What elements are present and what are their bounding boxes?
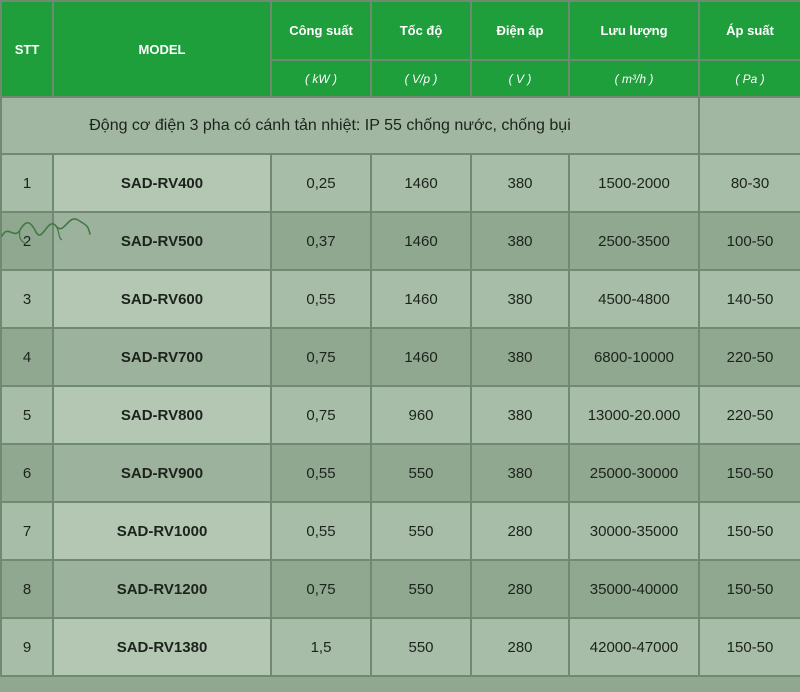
description-empty-cell xyxy=(698,96,800,155)
unit-dien-ap: ( V ) xyxy=(470,59,570,98)
cell-ap-suat: 150-50 xyxy=(698,617,800,677)
cell-ap-suat: 80-30 xyxy=(698,153,800,213)
table-row: 6 SAD-RV900 0,55 550 380 25000-30000 150… xyxy=(0,443,800,503)
table-row: 1 SAD-RV400 0,25 1460 380 1500-2000 80-3… xyxy=(0,153,800,213)
cell-ap-suat: 150-50 xyxy=(698,443,800,503)
cell-model: SAD-RV600 xyxy=(52,269,272,329)
cell-model: SAD-RV900 xyxy=(52,443,272,503)
cell-stt: 8 xyxy=(0,559,54,619)
table-row: 9 SAD-RV1380 1,5 550 280 42000-47000 150… xyxy=(0,617,800,677)
cell-dien-ap: 380 xyxy=(470,269,570,329)
cell-model: SAD-RV400 xyxy=(52,153,272,213)
cell-dien-ap: 280 xyxy=(470,501,570,561)
cell-stt: 4 xyxy=(0,327,54,387)
cell-stt: 6 xyxy=(0,443,54,503)
cell-luu-luong: 42000-47000 xyxy=(568,617,700,677)
cell-model: SAD-RV1000 xyxy=(52,501,272,561)
cell-model: SAD-RV500 xyxy=(52,211,272,271)
cell-dien-ap: 380 xyxy=(470,327,570,387)
table-row: 7 SAD-RV1000 0,55 550 280 30000-35000 15… xyxy=(0,501,800,561)
cell-model: SAD-RV800 xyxy=(52,385,272,445)
cell-stt: 7 xyxy=(0,501,54,561)
cell-dien-ap: 280 xyxy=(470,617,570,677)
cell-luu-luong: 6800-10000 xyxy=(568,327,700,387)
cell-model: SAD-RV1380 xyxy=(52,617,272,677)
cell-dien-ap: 380 xyxy=(470,385,570,445)
cell-cong-suat: 0,37 xyxy=(270,211,372,271)
cell-stt: 1 xyxy=(0,153,54,213)
cell-model: SAD-RV700 xyxy=(52,327,272,387)
description-text: Động cơ điện 3 pha có cánh tản nhiệt: IP… xyxy=(0,96,700,155)
cell-cong-suat: 0,75 xyxy=(270,327,372,387)
cell-ap-suat: 100-50 xyxy=(698,211,800,271)
cell-toc-do: 1460 xyxy=(370,211,472,271)
cell-toc-do: 550 xyxy=(370,617,472,677)
cell-stt: 2 xyxy=(0,211,54,271)
cell-stt: 9 xyxy=(0,617,54,677)
cell-dien-ap: 380 xyxy=(470,153,570,213)
table-row: 8 SAD-RV1200 0,75 550 280 35000-40000 15… xyxy=(0,559,800,619)
cell-ap-suat: 150-50 xyxy=(698,559,800,619)
header-row: STT MODEL Công suất Tốc độ Điện áp Lưu l… xyxy=(0,0,800,98)
cell-cong-suat: 1,5 xyxy=(270,617,372,677)
cell-cong-suat: 0,55 xyxy=(270,501,372,561)
cell-dien-ap: 280 xyxy=(470,559,570,619)
table-row: 3 SAD-RV600 0,55 1460 380 4500-4800 140-… xyxy=(0,269,800,329)
cell-cong-suat: 0,55 xyxy=(270,443,372,503)
cell-toc-do: 550 xyxy=(370,501,472,561)
cell-model: SAD-RV1200 xyxy=(52,559,272,619)
header-model: MODEL xyxy=(52,0,272,98)
cell-cong-suat: 0,75 xyxy=(270,559,372,619)
cell-luu-luong: 2500-3500 xyxy=(568,211,700,271)
cell-cong-suat: 0,55 xyxy=(270,269,372,329)
cell-toc-do: 1460 xyxy=(370,327,472,387)
description-row: Động cơ điện 3 pha có cánh tản nhiệt: IP… xyxy=(0,96,800,155)
cell-ap-suat: 220-50 xyxy=(698,385,800,445)
cell-toc-do: 550 xyxy=(370,559,472,619)
cell-cong-suat: 0,75 xyxy=(270,385,372,445)
header-cong-suat: Công suất xyxy=(270,0,372,61)
cell-toc-do: 1460 xyxy=(370,153,472,213)
header-stt: STT xyxy=(0,0,54,98)
cell-dien-ap: 380 xyxy=(470,443,570,503)
table-row: 5 SAD-RV800 0,75 960 380 13000-20.000 22… xyxy=(0,385,800,445)
cell-toc-do: 960 xyxy=(370,385,472,445)
cell-cong-suat: 0,25 xyxy=(270,153,372,213)
cell-ap-suat: 140-50 xyxy=(698,269,800,329)
cell-dien-ap: 380 xyxy=(470,211,570,271)
cell-luu-luong: 13000-20.000 xyxy=(568,385,700,445)
unit-luu-luong: ( m³/h ) xyxy=(568,59,700,98)
header-ap-suat: Áp suất xyxy=(698,0,800,61)
spec-table: STT MODEL Công suất Tốc độ Điện áp Lưu l… xyxy=(0,0,800,677)
cell-stt: 3 xyxy=(0,269,54,329)
unit-ap-suat: ( Pa ) xyxy=(698,59,800,98)
cell-stt: 5 xyxy=(0,385,54,445)
header-toc-do: Tốc độ xyxy=(370,0,472,61)
table-row: 4 SAD-RV700 0,75 1460 380 6800-10000 220… xyxy=(0,327,800,387)
unit-toc-do: ( V/p ) xyxy=(370,59,472,98)
cell-ap-suat: 150-50 xyxy=(698,501,800,561)
spec-table-image: STT MODEL Công suất Tốc độ Điện áp Lưu l… xyxy=(0,0,800,692)
cell-luu-luong: 25000-30000 xyxy=(568,443,700,503)
cell-luu-luong: 4500-4800 xyxy=(568,269,700,329)
cell-luu-luong: 35000-40000 xyxy=(568,559,700,619)
unit-cong-suat: ( kW ) xyxy=(270,59,372,98)
cell-luu-luong: 30000-35000 xyxy=(568,501,700,561)
header-luu-luong: Lưu lượng xyxy=(568,0,700,61)
table-row: 2 SAD-RV500 0,37 1460 380 2500-3500 100-… xyxy=(0,211,800,271)
cell-ap-suat: 220-50 xyxy=(698,327,800,387)
cell-toc-do: 550 xyxy=(370,443,472,503)
cell-toc-do: 1460 xyxy=(370,269,472,329)
cell-luu-luong: 1500-2000 xyxy=(568,153,700,213)
header-dien-ap: Điện áp xyxy=(470,0,570,61)
